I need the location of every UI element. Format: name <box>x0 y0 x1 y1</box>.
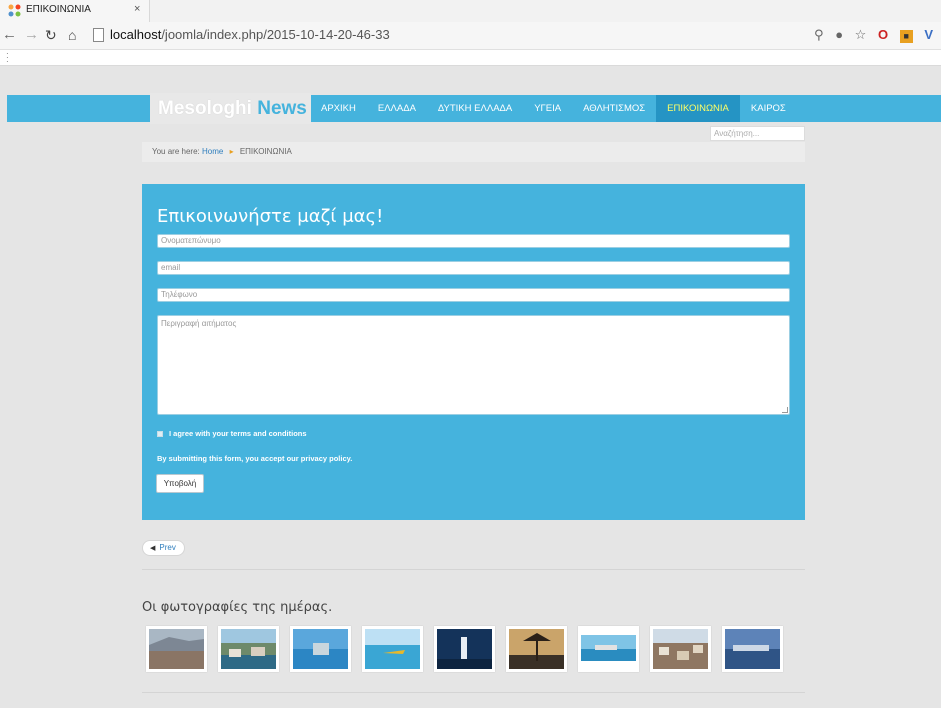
photo-thumbnail[interactable] <box>218 626 279 672</box>
photo-thumbnail[interactable] <box>362 626 423 672</box>
photo-thumbnail[interactable] <box>506 626 567 672</box>
contact-form: Επικοινωνήστε μαζί μας! Ονοματεπώνυμο em… <box>142 184 805 520</box>
menu-item-western-greece[interactable]: ΔΥΤΙΚΗ ΕΛΛΑΔΑ <box>427 95 523 122</box>
message-textarea[interactable]: Περιγραφή αιτήματος <box>157 315 790 415</box>
divider <box>142 692 805 693</box>
forward-arrow-icon[interactable]: → <box>24 26 39 43</box>
photos-title: Οι φωτογραφίες της ημέρας. <box>142 600 333 615</box>
photo-thumbnail[interactable] <box>650 626 711 672</box>
extension-icon[interactable]: ■ <box>899 30 913 43</box>
agree-row: I agree with your terms and conditions <box>157 429 307 438</box>
page-icon <box>93 28 104 42</box>
breadcrumb-separator-icon: ▸ <box>229 147 234 156</box>
back-arrow-icon[interactable]: ← <box>2 26 17 43</box>
menu-item-contact[interactable]: ΕΠΙΚΟΙΝΩΝΙΑ <box>656 95 740 122</box>
toolbar-icons: ⚲ ● ☆ O ■ V <box>806 27 933 43</box>
joomla-favicon-icon <box>8 4 21 17</box>
tab-title: ΕΠΙΚΟΙΝΩΝΙΑ <box>26 4 91 15</box>
form-title: Επικοινωνήστε μαζί μας! <box>157 206 384 227</box>
menu-item-weather[interactable]: ΚΑΙΡΟΣ <box>740 95 797 122</box>
browser-tabbar: ΕΠΙΚΟΙΝΩΝΙΑ × <box>0 0 941 22</box>
address-bar[interactable]: localhost/joomla/index.php/2015-10-14-20… <box>90 25 800 46</box>
bookmark-star-icon[interactable]: ☆ <box>855 27 867 43</box>
breadcrumb-home-link[interactable]: Home <box>202 147 223 156</box>
photo-thumbnail[interactable] <box>722 626 783 672</box>
name-field[interactable]: Ονοματεπώνυμο <box>157 234 790 248</box>
menu-item-home[interactable]: ΑΡΧΙΚΗ <box>310 95 367 122</box>
browser-tab[interactable]: ΕΠΙΚΟΙΝΩΝΙΑ × <box>0 0 150 22</box>
photo-gallery <box>146 626 794 672</box>
menu-item-health[interactable]: ΥΓΕΙΑ <box>523 95 572 122</box>
browser-toolbar: ← → ↻ ⌂ localhost/joomla/index.php/2015-… <box>0 22 941 50</box>
submit-button[interactable]: Υποβολή <box>156 474 204 493</box>
phone-field[interactable]: Τηλέφωνο <box>157 288 790 302</box>
reload-icon[interactable]: ↻ <box>45 27 57 44</box>
photo-thumbnail[interactable] <box>434 626 495 672</box>
divider <box>142 569 805 570</box>
lightbulb-icon[interactable]: ● <box>835 27 843 42</box>
privacy-text: By submitting this form, you accept our … <box>157 454 353 463</box>
message-placeholder: Περιγραφή αιτήματος <box>161 319 237 328</box>
v-extension-icon[interactable]: V <box>924 27 933 42</box>
photo-thumbnail[interactable] <box>146 626 207 672</box>
breadcrumb-prefix: You are here: <box>152 147 200 156</box>
main-menu: ΑΡΧΙΚΗ ΕΛΛΑΔΑ ΔΥΤΙΚΗ ΕΛΛΑΔΑ ΥΓΕΙΑ ΑΘΛΗΤΙ… <box>310 95 797 122</box>
email-field[interactable]: email <box>157 261 790 275</box>
home-icon[interactable]: ⌂ <box>68 27 76 43</box>
breadcrumb-current: ΕΠΙΚΟΙΝΩΝΙΑ <box>239 147 292 156</box>
tab-close-icon[interactable]: × <box>134 3 140 15</box>
chevron-left-icon: ◀ <box>150 545 156 552</box>
photo-thumbnail[interactable] <box>578 626 639 672</box>
menu-item-sports[interactable]: ΑΘΛΗΤΙΣΜΟΣ <box>572 95 656 122</box>
photo-thumbnail[interactable] <box>290 626 351 672</box>
menu-item-greece[interactable]: ΕΛΛΑΔΑ <box>367 95 427 122</box>
site-logo[interactable]: Mesologhi News <box>150 93 311 124</box>
zoom-icon[interactable]: ⚲ <box>814 27 824 43</box>
opera-extension-icon[interactable]: O <box>878 27 888 42</box>
web-page: Mesologhi News ΑΡΧΙΚΗ ΕΛΛΑΔΑ ΔΥΤΙΚΗ ΕΛΛΑ… <box>7 70 941 708</box>
bookmark-strip: · · · <box>0 50 941 66</box>
search-input[interactable]: Αναζήτηση... <box>710 126 805 141</box>
url-text: localhost/joomla/index.php/2015-10-14-20… <box>110 27 390 42</box>
resize-grip-icon[interactable] <box>782 407 788 413</box>
prev-label: Prev <box>159 543 176 552</box>
agree-label[interactable]: I agree with your terms and conditions <box>169 429 307 438</box>
agree-checkbox[interactable] <box>157 430 163 437</box>
menu-dots-icon[interactable]: · · · <box>6 50 9 66</box>
breadcrumb: You are here: Home ▸ ΕΠΙΚΟΙΝΩΝΙΑ <box>142 142 805 162</box>
prev-button[interactable]: ◀ Prev <box>142 540 185 556</box>
